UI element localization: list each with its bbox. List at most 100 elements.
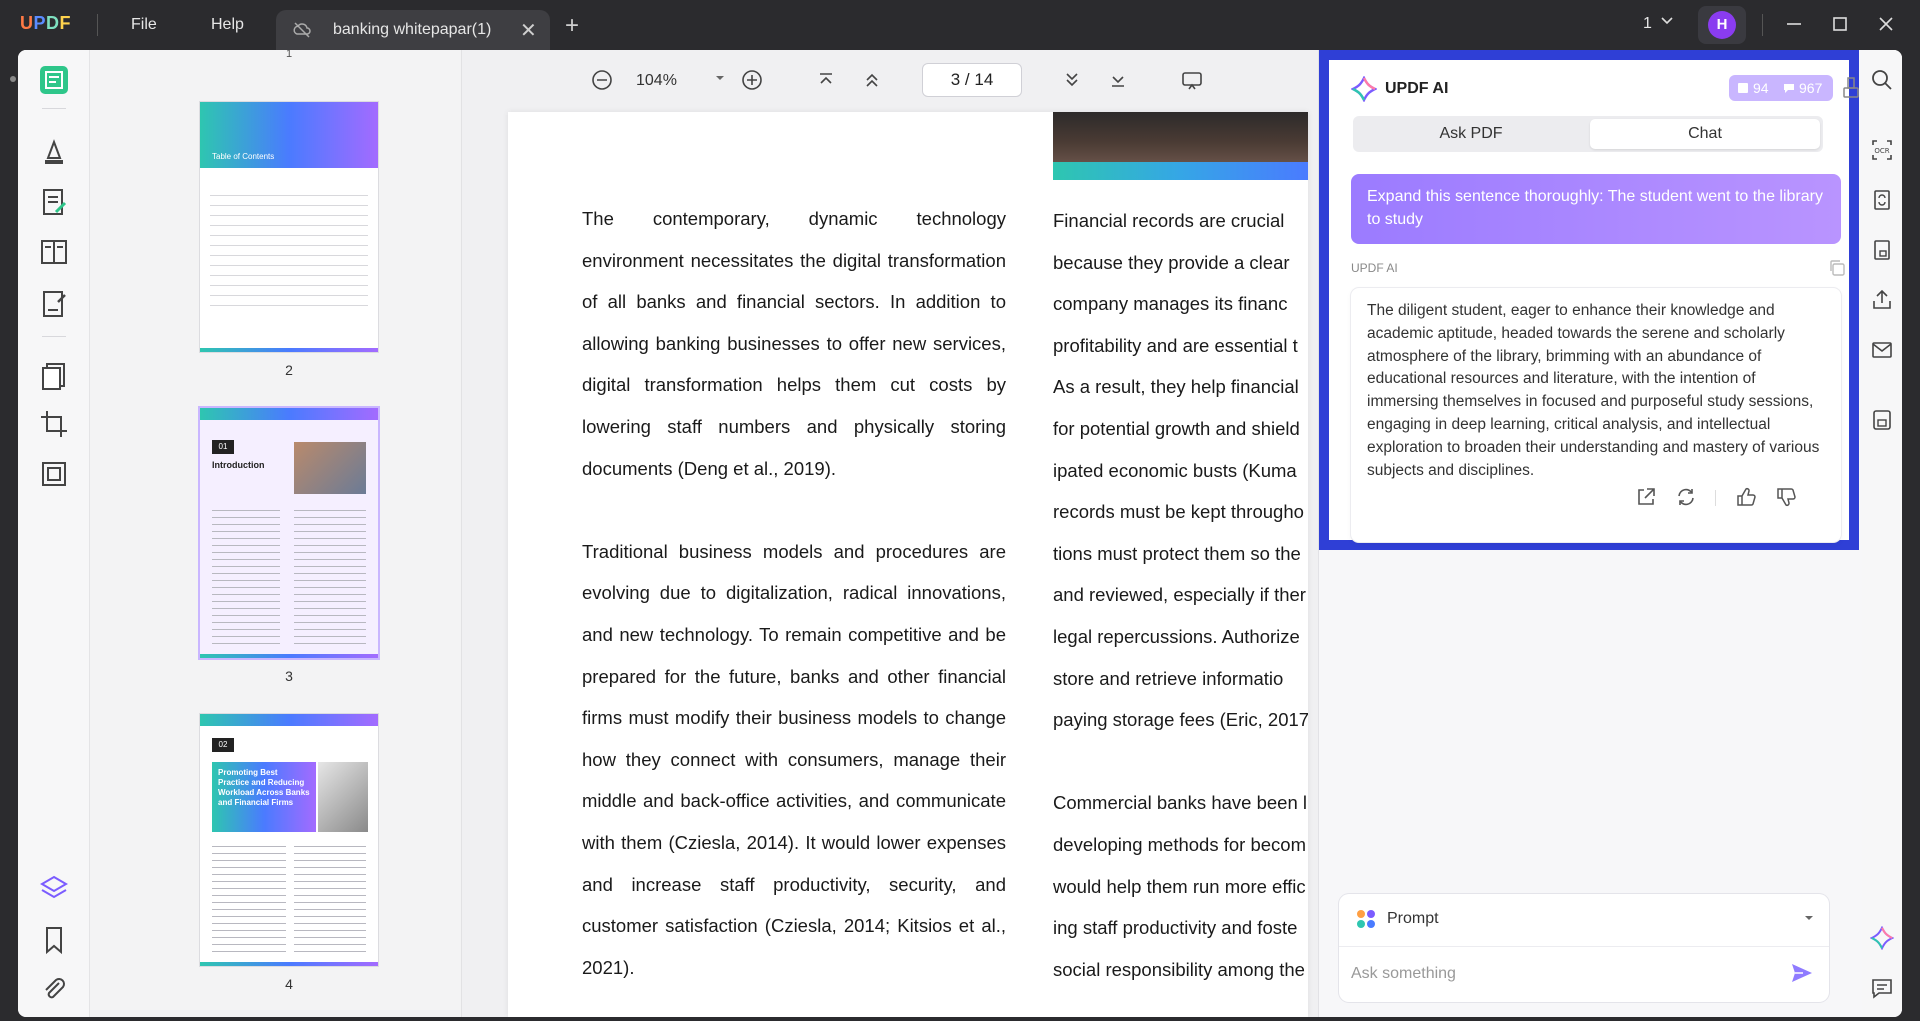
thumbnail-page-3[interactable]: 01 Introduction	[200, 408, 378, 658]
thumbnail-label: 3	[285, 668, 293, 684]
document-tab[interactable]: banking whitepapar(1) ✕	[276, 10, 550, 50]
zoom-in-icon[interactable]	[740, 68, 764, 92]
new-tab-button[interactable]: +	[565, 12, 579, 40]
compress-icon[interactable]	[38, 458, 70, 490]
reader-mode-icon[interactable]	[38, 64, 70, 96]
thumbnail-footer-bar	[200, 654, 378, 658]
text-line: store and retrieve informatio	[1053, 667, 1284, 689]
text-line: for potential growth and shield	[1053, 417, 1300, 439]
text-line: company manages its financ	[1053, 293, 1288, 315]
ai-credits-badge[interactable]: 94 967	[1729, 75, 1833, 101]
page-number-field[interactable]: 3 / 14	[922, 63, 1022, 97]
send-icon[interactable]	[1789, 960, 1815, 986]
total-pages: 14	[974, 70, 994, 89]
last-page-icon[interactable]	[1106, 68, 1130, 92]
minimize-icon[interactable]	[1782, 12, 1806, 36]
thumbnail-text-lines	[294, 504, 366, 644]
action-divider	[1715, 490, 1716, 506]
thumbnail-text-lines	[212, 504, 280, 644]
clean-chat-icon[interactable]	[1841, 76, 1861, 100]
chevron-down-icon[interactable]	[1803, 912, 1815, 927]
share-icon[interactable]	[1870, 288, 1894, 312]
menu-help[interactable]: Help	[211, 16, 244, 34]
next-page-icon[interactable]	[1060, 68, 1084, 92]
thumbnail-page-4[interactable]: 02 Promoting Best Practice and Reducing …	[200, 714, 378, 966]
page-photo	[1053, 112, 1308, 162]
zoom-dropdown-icon[interactable]	[714, 72, 726, 87]
thumbs-up-icon[interactable]	[1735, 486, 1757, 508]
attachment-icon[interactable]	[38, 974, 70, 1006]
document-credit-icon	[1738, 83, 1748, 93]
text-line: As a result, they help financial	[1053, 376, 1299, 398]
thumbnail-header-bar	[200, 408, 378, 420]
pdf-page[interactable]: The contemporary, dynamic technology env…	[508, 112, 1308, 1017]
thumbnail-label: 4	[285, 976, 293, 992]
document-credits: 94	[1753, 80, 1769, 96]
ocr-icon[interactable]: OCR	[1870, 138, 1894, 162]
panel-handle[interactable]	[10, 76, 16, 82]
edit-pdf-icon[interactable]	[38, 186, 70, 218]
convert-icon[interactable]	[1870, 188, 1894, 212]
thumbnail-chapter-num: 01	[212, 440, 234, 454]
text-line: tions must protect them so the	[1053, 542, 1301, 564]
ai-assistant-panel: UPDF AI 94 967 Ask PDF Chat Expand this …	[1318, 50, 1862, 1017]
page-photo-accent-bar	[1053, 162, 1308, 180]
app-window: UPDF File Help banking whitepapar(1) ✕ +…	[0, 0, 1920, 1021]
thumbs-down-icon[interactable]	[1775, 486, 1797, 508]
layers-icon[interactable]	[38, 872, 70, 904]
text-line: Commercial banks have been l	[1053, 792, 1307, 814]
thumbnail-toc-title: Table of Contents	[212, 152, 275, 161]
thumbnail-chapter-title: Promoting Best Practice and Reducing Wor…	[212, 762, 316, 832]
menu-file[interactable]: File	[131, 16, 157, 34]
tab-ask-pdf[interactable]: Ask PDF	[1356, 119, 1586, 149]
chat-credit-icon	[1784, 84, 1794, 93]
protect-icon[interactable]	[1870, 238, 1894, 262]
avatar[interactable]: H	[1708, 11, 1736, 39]
thumbnail-label: 2	[285, 362, 293, 378]
regenerate-icon[interactable]	[1675, 486, 1697, 508]
highlighter-icon[interactable]	[38, 136, 70, 168]
zoom-level[interactable]: 104%	[636, 72, 677, 90]
fill-sign-icon[interactable]	[38, 288, 70, 320]
window-count[interactable]: 1	[1643, 15, 1652, 33]
thumbnail-page-2[interactable]: Table of Contents	[200, 102, 378, 352]
paragraph: Traditional business models and procedur…	[582, 540, 1006, 978]
thumbnail-photo	[294, 442, 366, 494]
email-icon[interactable]	[1870, 338, 1894, 362]
first-page-icon[interactable]	[814, 68, 838, 92]
organize-pages-icon[interactable]	[38, 360, 70, 392]
presentation-icon[interactable]	[1180, 68, 1204, 92]
ask-input[interactable]	[1351, 954, 1781, 994]
page-layout-icon[interactable]	[38, 236, 70, 268]
copy-icon[interactable]	[1827, 258, 1847, 278]
thumbnail-photo	[318, 762, 368, 832]
maximize-icon[interactable]	[1828, 12, 1852, 36]
save-icon[interactable]	[1870, 408, 1894, 432]
rail-divider	[42, 108, 66, 109]
bookmark-icon[interactable]	[38, 924, 70, 956]
comment-icon[interactable]	[1870, 976, 1894, 1000]
close-window-icon[interactable]	[1874, 12, 1898, 36]
crop-icon[interactable]	[38, 408, 70, 440]
ai-chat-highlight-frame: UPDF AI 94 967 Ask PDF Chat Expand this …	[1319, 50, 1859, 550]
search-icon[interactable]	[1870, 68, 1894, 92]
text-line: Financial records are crucial	[1053, 210, 1285, 231]
close-tab-icon[interactable]: ✕	[520, 18, 537, 43]
tab-chat[interactable]: Chat	[1590, 119, 1820, 149]
export-icon[interactable]	[1635, 486, 1657, 508]
prompt-selector[interactable]: Prompt	[1387, 910, 1439, 928]
document-toolbar: 104% 3 / 14	[462, 50, 1318, 110]
text-line: paying storage fees (Eric, 2017	[1053, 709, 1308, 731]
svg-text:OCR: OCR	[1874, 147, 1889, 155]
updf-ai-icon[interactable]	[1870, 926, 1894, 950]
previous-page-icon[interactable]	[860, 68, 884, 92]
thumbnail-label: 1	[285, 50, 293, 60]
titlebar-divider	[1762, 14, 1763, 36]
prompt-composer: Prompt	[1339, 894, 1829, 1002]
chevron-down-icon[interactable]	[1660, 13, 1674, 30]
document-tab-title: banking whitepapar(1)	[333, 21, 492, 38]
responder-label: UPDF AI	[1351, 261, 1398, 275]
zoom-out-icon[interactable]	[590, 68, 614, 92]
cloud-off-icon	[293, 22, 311, 38]
